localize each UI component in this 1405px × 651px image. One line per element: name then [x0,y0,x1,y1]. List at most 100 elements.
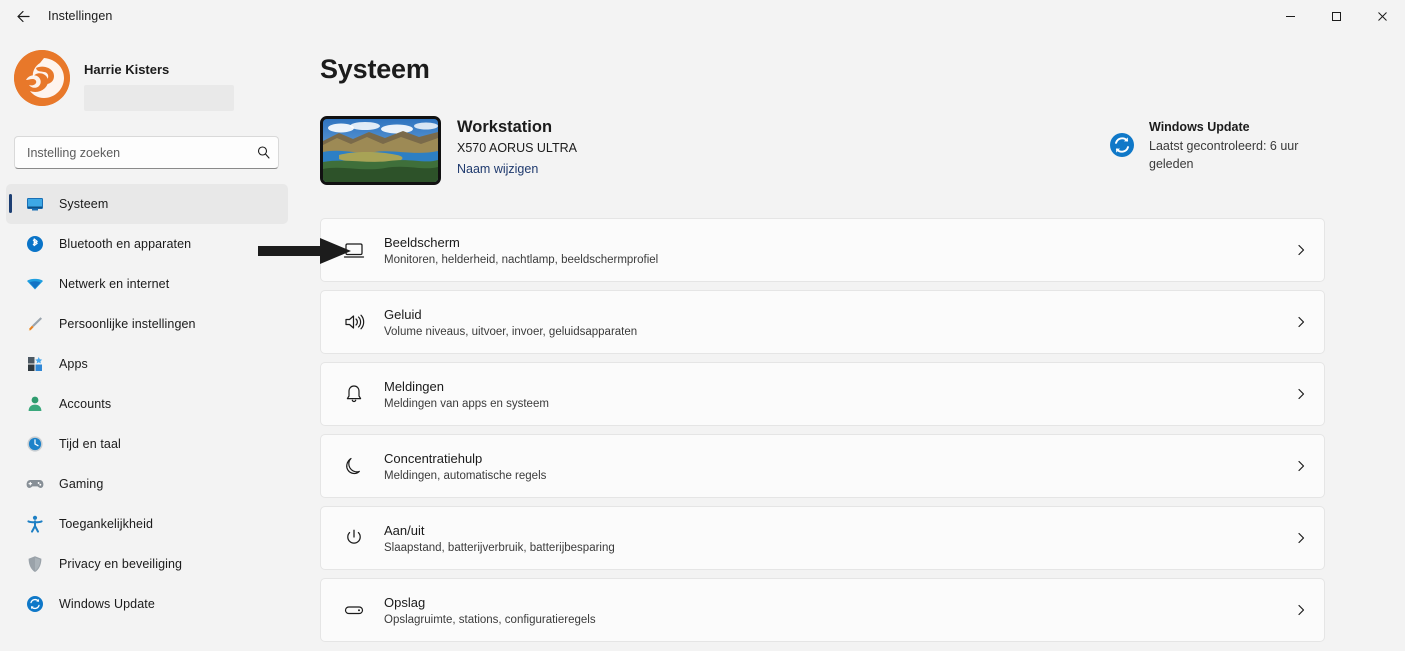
row-text: Meldingen Meldingen van apps en systeem [384,379,1278,410]
sidebar-item-accounts[interactable]: Accounts [6,384,288,424]
avatar [14,50,70,106]
maximize-button[interactable] [1313,0,1359,32]
settings-row-concentratiehulp[interactable]: Concentratiehulp Meldingen, automatische… [320,434,1325,498]
row-title: Opslag [384,594,426,610]
main-content: Systeem Workstation X570 AORUS ULTRA Naa… [258,32,1405,651]
row-title: Aan/uit [384,522,425,538]
row-title: Meldingen [384,378,444,394]
search-box[interactable] [14,136,279,169]
row-text: Aan/uit Slaapstand, batterijverbruik, ba… [384,523,1278,554]
sidebar-item-label: Tijd en taal [59,437,121,451]
sidebar-nav: Systeem Bluetooth en apparaten Netwerk e… [6,184,288,624]
sidebar-item-label: Windows Update [59,597,155,611]
device-model: X570 AORUS ULTRA [457,141,577,155]
sidebar-item-apps[interactable]: Apps [6,344,288,384]
row-subtitle: Monitoren, helderheid, nachtlamp, beelds… [384,253,659,266]
windows-update-status[interactable]: Windows Update Laatst gecontroleerd: 6 u… [1107,120,1347,173]
chevron-right-icon[interactable] [1278,315,1324,329]
window-title: Instellingen [48,9,113,23]
row-title: Geluid [384,306,422,322]
bell-icon [339,379,369,409]
user-avatar-logo [14,50,70,106]
row-subtitle: Slaapstand, batterijverbruik, batterijbe… [384,541,615,554]
chevron-right-icon[interactable] [1278,243,1324,257]
person-icon [24,393,46,415]
search-icon [248,145,278,160]
row-text: Geluid Volume niveaus, uitvoer, invoer, … [384,307,1278,338]
chevron-right-icon[interactable] [1278,387,1324,401]
title-bar: Instellingen [0,0,1405,32]
power-icon [339,523,369,553]
sidebar: Harrie Kisters Instelling zoeken Systeem… [0,32,292,651]
sidebar-item-label: Privacy en beveiliging [59,557,183,571]
clock-icon [24,433,46,455]
speaker-icon [339,307,369,337]
row-text: Beeldscherm Monitoren, helderheid, nacht… [384,235,1278,266]
sidebar-item-label: Bluetooth en apparaten [59,237,192,251]
bluetooth-icon [24,233,46,255]
update-status-title: Windows Update [1149,120,1250,134]
sidebar-item-windows-update[interactable]: Windows Update [6,584,288,624]
row-subtitle: Meldingen van apps en systeem [384,397,549,410]
sidebar-item-bluetooth[interactable]: Bluetooth en apparaten [6,224,288,264]
profile-name: Harrie Kisters [84,62,170,77]
settings-row-aan-uit[interactable]: Aan/uit Slaapstand, batterijverbruik, ba… [320,506,1325,570]
back-button[interactable] [6,1,40,31]
back-arrow-icon [16,10,30,22]
monitor-icon [24,193,46,215]
sidebar-item-label: Systeem [59,197,109,211]
gamepad-icon [24,473,46,495]
chevron-right-icon[interactable] [1278,459,1324,473]
chevron-right-icon[interactable] [1278,531,1324,545]
sidebar-item-tijd-en-taal[interactable]: Tijd en taal [6,424,288,464]
chevron-right-icon[interactable] [1278,603,1324,617]
sync-icon [24,593,46,615]
sidebar-item-label: Apps [59,357,88,371]
device-info: Workstation X570 AORUS ULTRA Naam wijzig… [457,116,577,176]
minimize-button[interactable] [1267,0,1313,32]
sidebar-item-label: Toegankelijkheid [59,517,154,531]
paintbrush-icon [24,313,46,335]
row-subtitle: Meldingen, automatische regels [384,469,547,482]
storage-icon [339,595,369,625]
settings-row-geluid[interactable]: Geluid Volume niveaus, uitvoer, invoer, … [320,290,1325,354]
profile-email-redacted [84,85,234,111]
profile-block[interactable]: Harrie Kisters [14,50,234,111]
sidebar-item-label: Gaming [59,477,104,491]
row-subtitle: Opslagruimte, stations, configuratierege… [384,613,596,626]
sidebar-item-label: Persoonlijke instellingen [59,317,196,331]
minimize-icon [1285,15,1295,17]
sidebar-item-netwerk[interactable]: Netwerk en internet [6,264,288,304]
search-input[interactable] [15,145,248,160]
maximize-icon [1331,11,1341,21]
close-icon [1377,11,1387,21]
sidebar-item-label: Accounts [59,397,112,411]
wifi-icon [24,273,46,295]
sidebar-item-persoonlijke-instellingen[interactable]: Persoonlijke instellingen [6,304,288,344]
settings-rows: Beeldscherm Monitoren, helderheid, nacht… [258,218,1325,650]
close-button[interactable] [1359,0,1405,32]
sidebar-item-toegankelijkheid[interactable]: Toegankelijkheid [6,504,288,544]
update-status-text: Windows Update Laatst gecontroleerd: 6 u… [1149,120,1319,173]
rename-device-link[interactable]: Naam wijzigen [457,162,577,176]
settings-row-meldingen[interactable]: Meldingen Meldingen van apps en systeem [320,362,1325,426]
sidebar-item-label: Netwerk en internet [59,277,170,291]
settings-row-beeldscherm[interactable]: Beeldscherm Monitoren, helderheid, nacht… [258,218,1325,282]
row-subtitle: Volume niveaus, uitvoer, invoer, geluids… [384,325,638,338]
desktop-wallpaper-thumbnail [320,116,441,185]
settings-row-opslag[interactable]: Opslag Opslagruimte, stations, configura… [320,578,1325,642]
shield-icon [24,553,46,575]
moon-icon [339,451,369,481]
device-card: Workstation X570 AORUS ULTRA Naam wijzig… [320,116,577,185]
sidebar-item-systeem[interactable]: Systeem [6,184,288,224]
accessibility-icon [24,513,46,535]
apps-grid-icon [24,353,46,375]
sidebar-item-gaming[interactable]: Gaming [6,464,288,504]
row-title: Concentratiehulp [384,450,483,466]
profile-text: Harrie Kisters [84,50,234,111]
update-status-subtitle: Laatst gecontroleerd: 6 uur geleden [1149,139,1299,171]
page-title: Systeem [320,54,430,84]
sidebar-item-privacy[interactable]: Privacy en beveiliging [6,544,288,584]
row-title: Beeldscherm [384,234,460,250]
annotation-arrow [258,236,353,266]
